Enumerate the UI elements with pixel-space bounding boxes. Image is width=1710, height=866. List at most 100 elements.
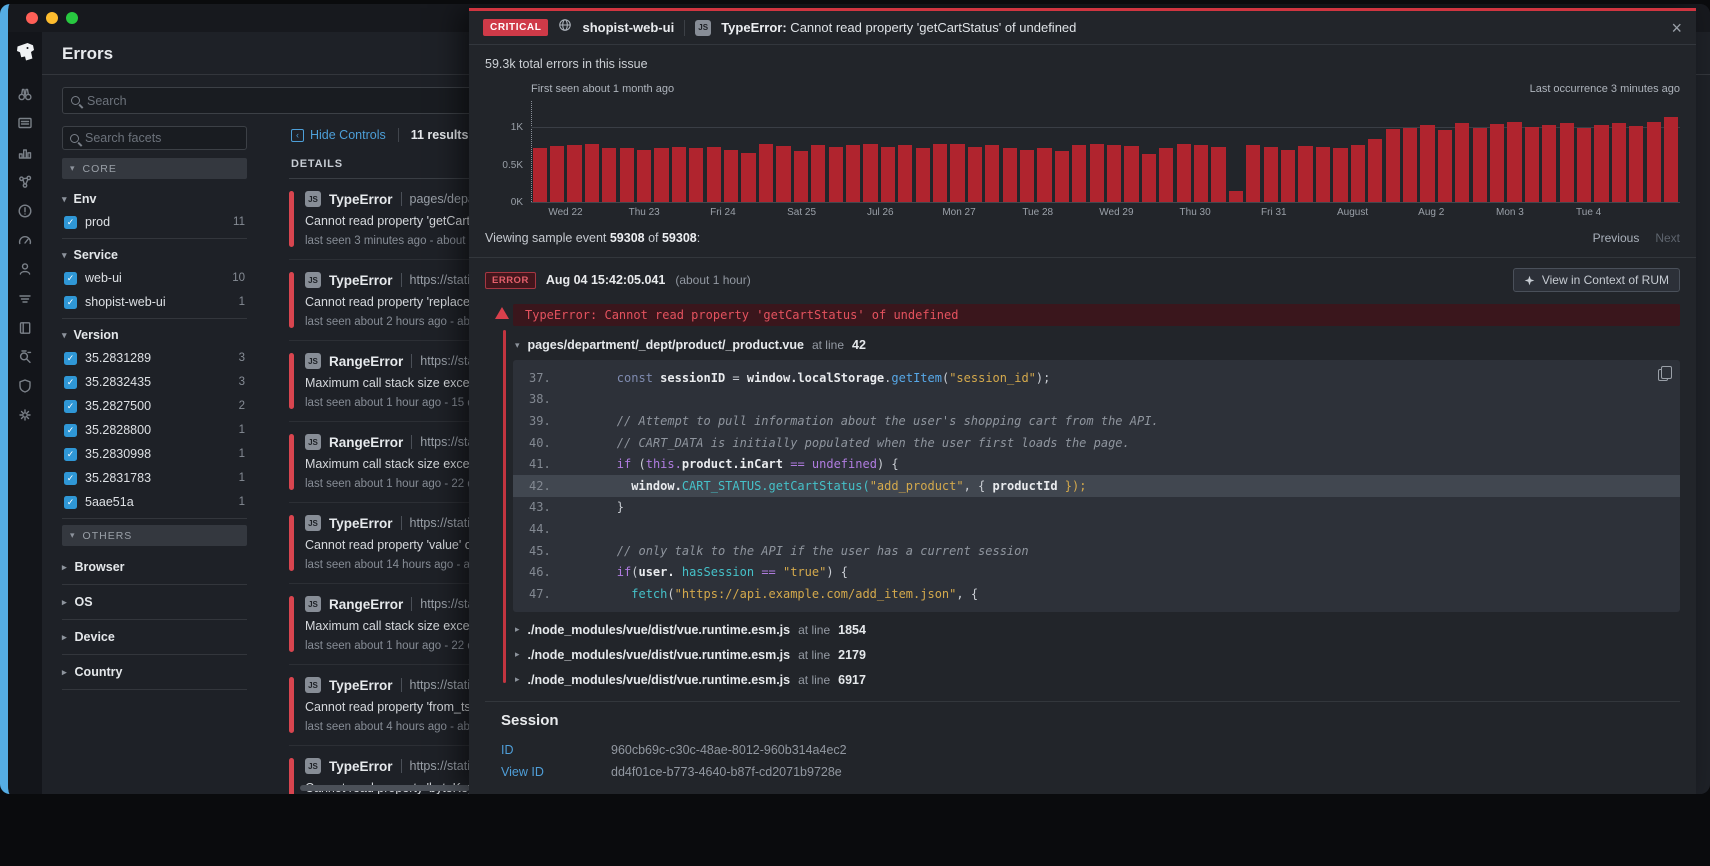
checkbox-checked-icon[interactable]: ✓ (64, 496, 77, 509)
session-attribute-link[interactable]: View ID (501, 765, 611, 779)
histogram-bar[interactable] (1142, 154, 1156, 202)
histogram-bar[interactable] (637, 150, 651, 202)
histogram-bar[interactable] (1368, 139, 1382, 202)
session-attribute-link[interactable]: ID (501, 743, 611, 757)
histogram-bar[interactable] (1159, 148, 1173, 202)
facet-value-row[interactable]: ✓35.28275002 (62, 394, 247, 418)
histogram-bar[interactable] (950, 144, 964, 202)
histogram-bar[interactable] (1124, 146, 1138, 202)
histogram-bar[interactable] (1507, 122, 1521, 202)
histogram-bar[interactable] (585, 144, 599, 202)
hide-controls-button[interactable]: ‹ Hide Controls (291, 128, 386, 142)
histogram-bar[interactable] (1107, 145, 1121, 202)
facet-value-row[interactable]: ✓35.28288001 (62, 418, 247, 442)
top-stack-frame[interactable]: ▾ pages/department/_dept/product/_produc… (515, 338, 1680, 352)
histogram-bar[interactable] (1455, 123, 1469, 202)
checkbox-checked-icon[interactable]: ✓ (64, 296, 77, 309)
histogram-bar[interactable] (1351, 145, 1365, 202)
histogram-bar[interactable] (846, 145, 860, 202)
histogram-bar[interactable] (1055, 151, 1069, 202)
histogram-bar[interactable] (620, 148, 634, 202)
facet-group-device[interactable]: ▸Device (62, 620, 247, 655)
histogram-bar[interactable] (985, 145, 999, 202)
stack-frame-row[interactable]: ▸./node_modules/vue/dist/vue.runtime.esm… (513, 648, 1680, 662)
histogram-bar[interactable] (1542, 125, 1556, 202)
facet-section-others[interactable]: ▾ OTHERS (62, 525, 247, 546)
facet-value-row[interactable]: ✓5aae51a1 (62, 490, 247, 514)
histogram-bar[interactable] (1525, 127, 1539, 202)
next-button[interactable]: Next (1655, 231, 1680, 245)
facet-value-row[interactable]: ✓35.28317831 (62, 466, 247, 490)
histogram-bar[interactable] (1438, 130, 1452, 202)
facet-value-row[interactable]: ✓35.28324353 (62, 370, 247, 394)
histogram-bar[interactable] (863, 144, 877, 202)
close-panel-icon[interactable]: × (1671, 19, 1682, 37)
apm-icon[interactable] (12, 169, 38, 195)
metrics-icon[interactable] (12, 140, 38, 166)
histogram-bar[interactable] (968, 147, 982, 202)
settings-icon[interactable] (12, 402, 38, 428)
facet-value-row[interactable]: ✓shopist-web-ui1 (62, 290, 247, 314)
histogram-bar[interactable] (881, 147, 895, 202)
facet-search-input[interactable] (85, 131, 239, 145)
checkbox-checked-icon[interactable]: ✓ (64, 448, 77, 461)
histogram-bar[interactable] (829, 147, 843, 202)
histogram-bar[interactable] (1020, 150, 1034, 202)
checkbox-checked-icon[interactable]: ✓ (64, 272, 77, 285)
histogram-bar[interactable] (724, 150, 738, 202)
horizontal-scrollbar[interactable] (300, 785, 470, 791)
facet-search[interactable] (62, 126, 247, 150)
histogram-bar[interactable] (933, 144, 947, 202)
error-tracking-icon[interactable] (12, 198, 38, 224)
histogram-bar[interactable] (1229, 191, 1243, 202)
copy-code-icon[interactable] (1658, 369, 1668, 381)
facet-group-header[interactable]: ▾Service (62, 248, 247, 262)
maximize-window-button[interactable] (66, 12, 78, 24)
gauge-icon[interactable] (12, 227, 38, 253)
histogram-bar[interactable] (654, 148, 668, 202)
previous-button[interactable]: Previous (1593, 231, 1640, 245)
facet-group-header[interactable]: ▾Version (62, 328, 247, 342)
histogram-bar[interactable] (1072, 145, 1086, 202)
histogram-bar[interactable] (1629, 126, 1643, 202)
facet-section-core[interactable]: ▾ CORE (62, 158, 247, 179)
datadog-logo-icon[interactable] (13, 40, 37, 64)
histogram-bar[interactable] (1333, 148, 1347, 202)
histogram-bar[interactable] (1211, 147, 1225, 202)
histogram-bar[interactable] (1316, 147, 1330, 202)
checkbox-checked-icon[interactable]: ✓ (64, 424, 77, 437)
facet-group-country[interactable]: ▸Country (62, 655, 247, 690)
histogram-bar[interactable] (1177, 144, 1191, 202)
synthetics-icon[interactable] (12, 344, 38, 370)
facet-group-browser[interactable]: ▸Browser (62, 550, 247, 585)
histogram-bar[interactable] (1664, 117, 1678, 202)
notebook-icon[interactable] (12, 315, 38, 341)
facet-group-os[interactable]: ▸OS (62, 585, 247, 620)
histogram-bar[interactable] (707, 147, 721, 202)
histogram-bar[interactable] (1612, 123, 1626, 202)
histogram-bar[interactable] (689, 148, 703, 202)
facet-group-header[interactable]: ▾Env (62, 192, 247, 206)
histogram-bar[interactable] (776, 146, 790, 202)
histogram-bar[interactable] (1246, 145, 1260, 202)
checkbox-checked-icon[interactable]: ✓ (64, 376, 77, 389)
facet-value-row[interactable]: ✓web-ui10 (62, 266, 247, 290)
histogram-bar[interactable] (533, 148, 547, 202)
histogram-bar[interactable] (1403, 128, 1417, 202)
histogram-bar[interactable] (672, 147, 686, 202)
histogram-bar[interactable] (1420, 125, 1434, 202)
histogram-bar[interactable] (811, 145, 825, 202)
histogram-bar[interactable] (1560, 123, 1574, 202)
view-in-rum-button[interactable]: View in Context of RUM (1513, 268, 1680, 292)
histogram-bar[interactable] (898, 145, 912, 202)
rum-icon[interactable] (12, 256, 38, 282)
histogram-bar[interactable] (759, 144, 773, 202)
histogram-bar[interactable] (1386, 129, 1400, 202)
dashboards-icon[interactable] (12, 110, 38, 136)
histogram-bar[interactable] (1647, 122, 1661, 202)
checkbox-checked-icon[interactable]: ✓ (64, 216, 77, 229)
histogram-bar[interactable] (1577, 128, 1591, 202)
histogram-bar[interactable] (1037, 148, 1051, 202)
plot-area[interactable] (531, 101, 1680, 203)
checkbox-checked-icon[interactable]: ✓ (64, 472, 77, 485)
